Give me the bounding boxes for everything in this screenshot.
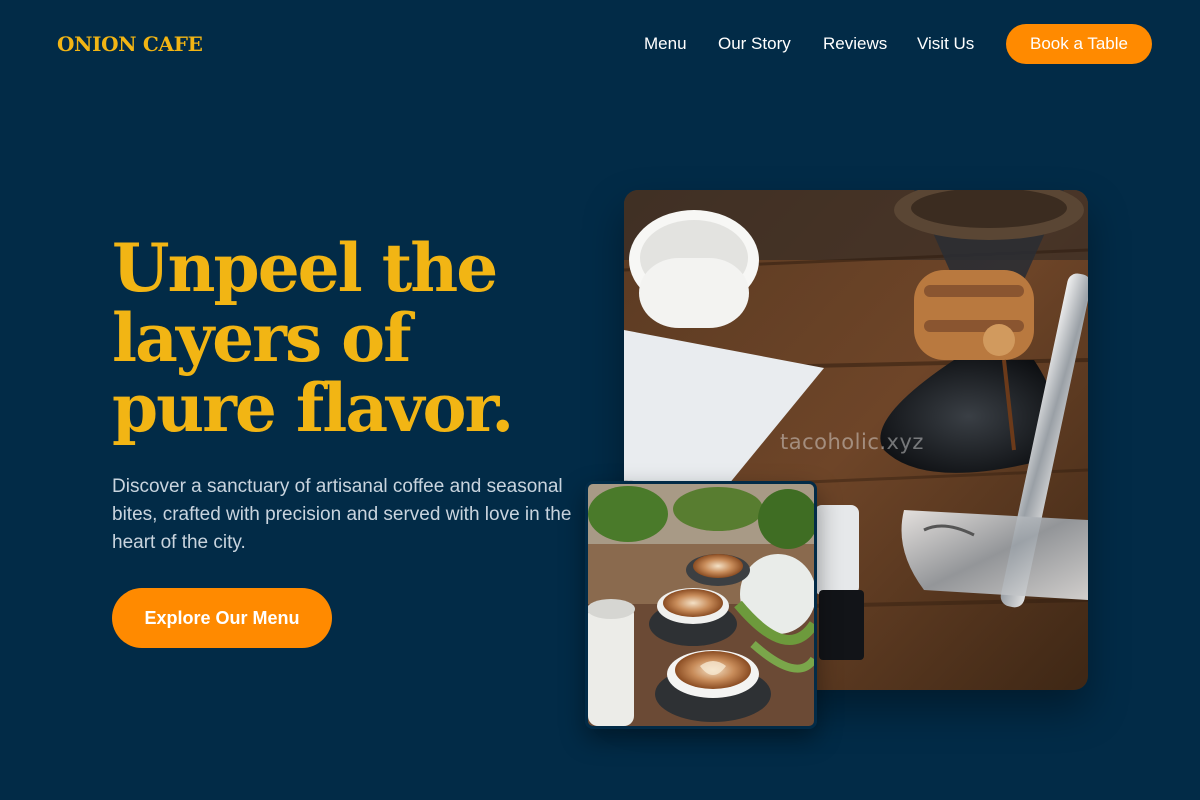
nav-item-our-story[interactable]: Our Story	[718, 34, 791, 54]
brand-logo[interactable]: ONION CAFE	[57, 32, 203, 56]
nav-item-menu[interactable]: Menu	[644, 34, 687, 54]
explore-menu-button[interactable]: Explore Our Menu	[112, 588, 332, 648]
nav-item-reviews[interactable]: Reviews	[823, 34, 887, 54]
image-watermark: tacoholic.xyz	[780, 430, 924, 454]
nav-item-visit-us[interactable]: Visit Us	[917, 34, 974, 54]
book-table-button[interactable]: Book a Table	[1006, 24, 1152, 64]
hero-headline: Unpeel the layers of pure flavor.	[112, 229, 514, 447]
hero-description: Discover a sanctuary of artisanal coffee…	[112, 476, 572, 553]
latte-cups-image	[585, 481, 817, 729]
